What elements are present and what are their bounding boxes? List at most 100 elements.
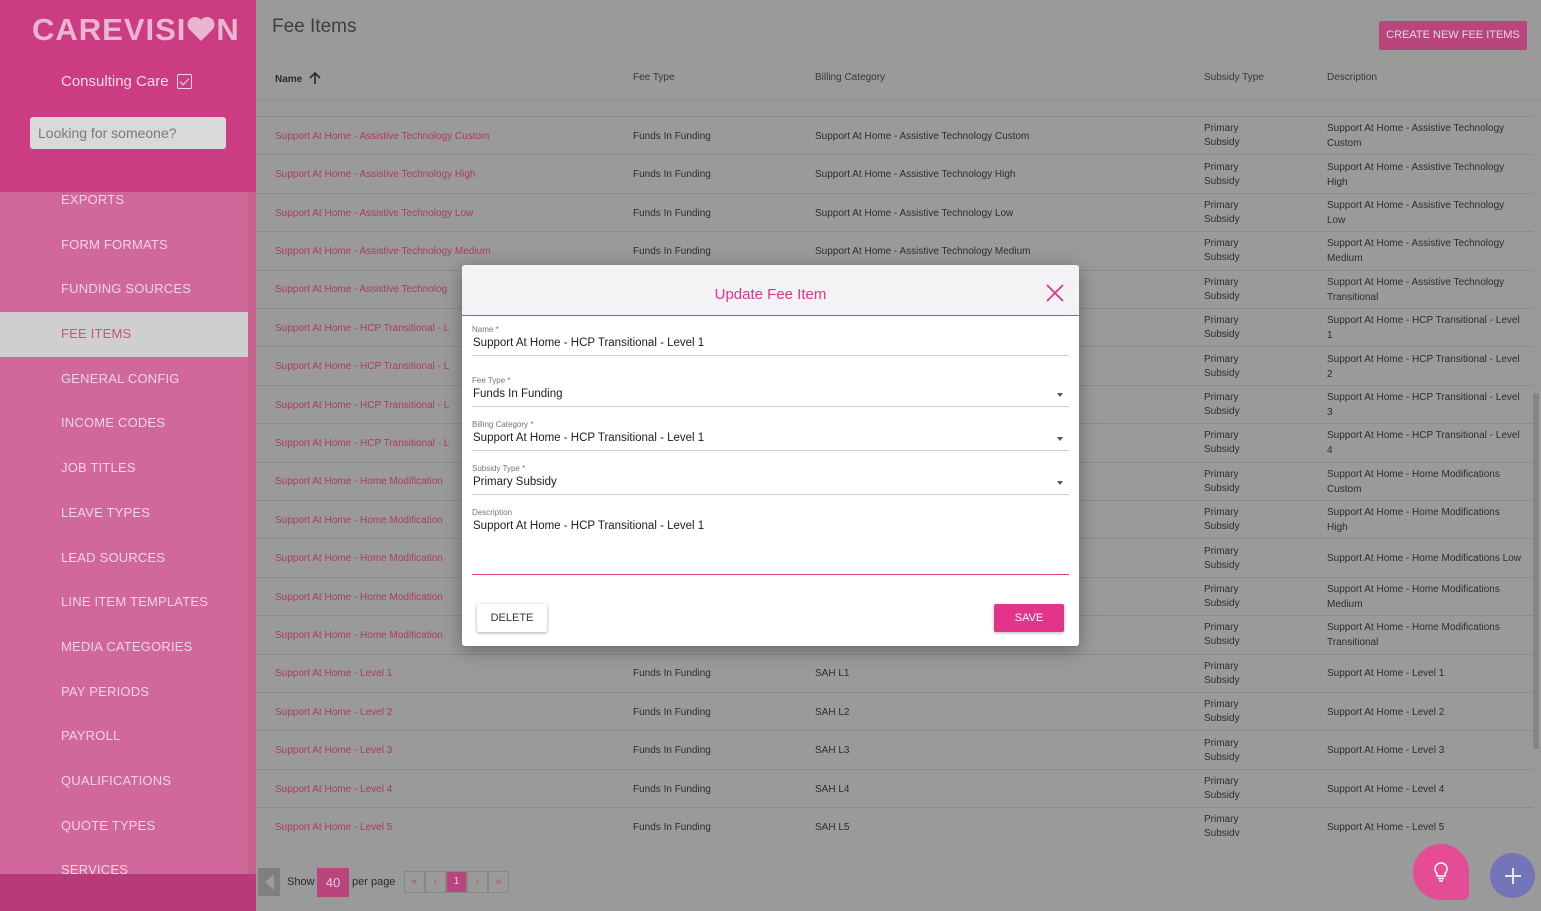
delete-button[interactable]: DELETE (477, 604, 547, 632)
row-fee-type: Funds In Funding (633, 169, 711, 181)
billing-category-select[interactable]: Support At Home - HCP Transitional - Lev… (472, 432, 1069, 451)
current-page-button[interactable]: 1 (446, 871, 467, 893)
billing-category-label: Billing Category * (472, 420, 534, 429)
next-page-button[interactable]: › (467, 871, 488, 893)
subsidy-type-select[interactable]: Primary Subsidy (472, 476, 1069, 495)
sidebar-item-media-categories[interactable]: MEDIA CATEGORIES (0, 625, 248, 670)
row-name[interactable]: Support At Home - Home Modification (275, 539, 443, 578)
fee-type-select[interactable]: Funds In Funding (472, 388, 1069, 407)
row-name[interactable]: Support At Home - Home Modification (275, 578, 443, 617)
row-name[interactable]: Support At Home - Level 4 (275, 770, 392, 809)
column-header-fee-type[interactable]: Fee Type (633, 72, 675, 83)
row-name[interactable]: Support At Home - HCP Transitional - L (275, 347, 449, 386)
row-name[interactable]: Support At Home - HCP Transitional - L (275, 309, 449, 348)
name-field[interactable]: Name * Support At Home - HCP Transitiona… (472, 325, 1069, 356)
row-name[interactable]: Support At Home - Level 1 (275, 655, 392, 694)
page-buttons: « ‹ 1 › » (404, 871, 509, 893)
row-subsidy-type: Primary Subsidy (1204, 622, 1240, 648)
row-subsidy-type: Primary Subsidy (1204, 200, 1240, 226)
row-name[interactable]: Support At Home - Home Modification (275, 616, 443, 655)
row-name[interactable]: Support At Home - Assistive Technology C… (275, 117, 489, 156)
description-field[interactable]: Description Support At Home - HCP Transi… (472, 508, 1069, 575)
tips-button[interactable] (1413, 844, 1469, 900)
prev-page-button[interactable]: ‹ (425, 871, 446, 893)
row-billing-category: SAH L1 (815, 668, 850, 680)
row-name[interactable]: Support At Home - HCP Transitional - L (275, 424, 449, 463)
table-scrollbar[interactable] (1533, 393, 1539, 749)
subsidy-type-field[interactable]: Subsidy Type * Primary Subsidy (472, 464, 1069, 495)
row-name[interactable]: Support At Home - Level 3 (275, 731, 392, 770)
table-row[interactable]: Support At Home - Level 5 Funds In Fundin… (256, 807, 1533, 836)
row-name[interactable]: Support At Home - Home Modification (275, 501, 443, 540)
row-name[interactable]: Support At Home - HCP Transitional - L (275, 386, 449, 425)
table-row[interactable]: Support At Home - Level 1 Funds In Fundin… (256, 653, 1533, 694)
column-header-name-label: Name (275, 74, 303, 85)
sidebar-footer (0, 874, 256, 911)
sidebar-item-payroll[interactable]: PAYROLL (0, 714, 248, 759)
sidebar-item-exports[interactable]: EXPORTS (0, 178, 248, 223)
row-name[interactable]: Support At Home - Assistive Technology M… (275, 232, 490, 271)
row-name[interactable]: Support At Home - Assistive Technology H… (275, 155, 475, 194)
close-icon[interactable] (1045, 283, 1065, 303)
sidebar-item-line-item-templates[interactable]: LINE ITEM TEMPLATES (0, 580, 248, 625)
sidebar-item-income-codes[interactable]: INCOME CODES (0, 401, 248, 446)
table-row[interactable]: Support At Home - Level 3 Funds In Fundin… (256, 730, 1533, 769)
table-row[interactable]: Support At Home - Level 2 Funds In Fundin… (256, 692, 1533, 731)
row-name[interactable]: Support At Home - Assistive Technology L… (275, 194, 473, 233)
sidebar-item-pay-periods[interactable]: PAY PERIODS (0, 670, 248, 715)
row-description: Support At Home - HCP Transitional - Lev… (1327, 315, 1520, 342)
page-size-select[interactable]: 40 (317, 868, 349, 897)
sidebar-item-qualifications[interactable]: QUALIFICATIONS (0, 759, 248, 804)
row-name[interactable]: Support At Home - Home Modification (275, 463, 443, 502)
row-description: Support At Home - HCP Transitional - Lev… (1327, 353, 1520, 380)
sidebar-item-fee-items[interactable]: FEE ITEMS (0, 312, 248, 357)
sidebar-item-lead-sources[interactable]: LEAD SOURCES (0, 536, 248, 581)
column-header-description[interactable]: Description (1327, 72, 1377, 83)
row-name[interactable]: Support At Home - Assistive Technolog (275, 271, 447, 310)
pagination: Show 40 per page « ‹ 1 › » (256, 866, 1541, 900)
brand-logo[interactable]: CAREVISI N (32, 12, 240, 48)
row-billing-category: Support At Home - Assistive Technology H… (815, 169, 1016, 181)
billing-category-field[interactable]: Billing Category * Support At Home - HCP… (472, 420, 1069, 451)
table-row[interactable]: Support At Home - Assistive Technology H… (256, 154, 1533, 193)
org-selector[interactable]: Consulting Care (61, 73, 192, 90)
row-subsidy-type: Primary Subsidy (1204, 315, 1240, 341)
column-header-name[interactable]: Name (275, 72, 321, 85)
sidebar-item-funding-sources[interactable]: FUNDING SOURCES (0, 267, 248, 312)
table-row[interactable]: Support At Home - Assistive Technology M… (256, 231, 1533, 270)
sidebar-item-leave-types[interactable]: LEAVE TYPES (0, 491, 248, 536)
sidebar-item-job-titles[interactable]: JOB TITLES (0, 446, 248, 491)
table-row[interactable]: Support At Home - Level 4 Funds In Fundin… (256, 768, 1533, 809)
row-description: Support At Home - Level 5 (1327, 821, 1445, 833)
table-row[interactable]: Support At Home - Assistive Technology L… (256, 192, 1533, 233)
update-fee-item-dialog: Update Fee Item Name * Support At Home -… (462, 265, 1079, 646)
name-input[interactable]: Support At Home - HCP Transitional - Lev… (472, 337, 1069, 356)
row-billing-category: SAH L2 (815, 706, 850, 718)
sort-ascending-icon (309, 72, 321, 84)
last-page-button[interactable]: » (488, 871, 509, 893)
search-input[interactable] (30, 117, 226, 149)
save-button[interactable]: SAVE (994, 604, 1064, 632)
sidebar-item-general-config[interactable]: GENERAL CONFIG (0, 357, 248, 402)
row-name[interactable]: Support At Home - Level 5 (275, 808, 392, 836)
row-name[interactable]: Support At Home - Level 2 (275, 693, 392, 732)
collapse-sidebar-button[interactable] (258, 868, 280, 896)
fee-type-field[interactable]: Fee Type * Funds In Funding (472, 376, 1069, 407)
description-label: Description (472, 508, 513, 517)
row-description: Support At Home - Assistive Technology L… (1327, 200, 1505, 227)
plus-icon (1504, 867, 1521, 884)
row-subsidy-type: Primary Subsidy (1204, 507, 1240, 533)
sidebar-scrollbar[interactable] (248, 192, 256, 874)
table-row[interactable]: Support At Home - Assistive Technology C… (256, 116, 1533, 155)
first-page-button[interactable]: « (404, 871, 425, 893)
description-textarea[interactable]: Support At Home - HCP Transitional - Lev… (472, 520, 1069, 575)
create-fee-item-button[interactable]: CREATE NEW FEE ITEMS (1379, 21, 1527, 50)
row-fee-type: Funds In Funding (633, 706, 711, 718)
add-button[interactable] (1490, 853, 1535, 898)
column-header-billing-category[interactable]: Billing Category (815, 72, 885, 83)
column-header-subsidy-type[interactable]: Subsidy Type (1204, 72, 1264, 83)
sidebar-item-form-formats[interactable]: FORM FORMATS (0, 223, 248, 268)
name-label: Name * (472, 325, 499, 334)
sidebar-item-quote-types[interactable]: QUOTE TYPES (0, 804, 248, 849)
row-billing-category: SAH L5 (815, 821, 850, 833)
